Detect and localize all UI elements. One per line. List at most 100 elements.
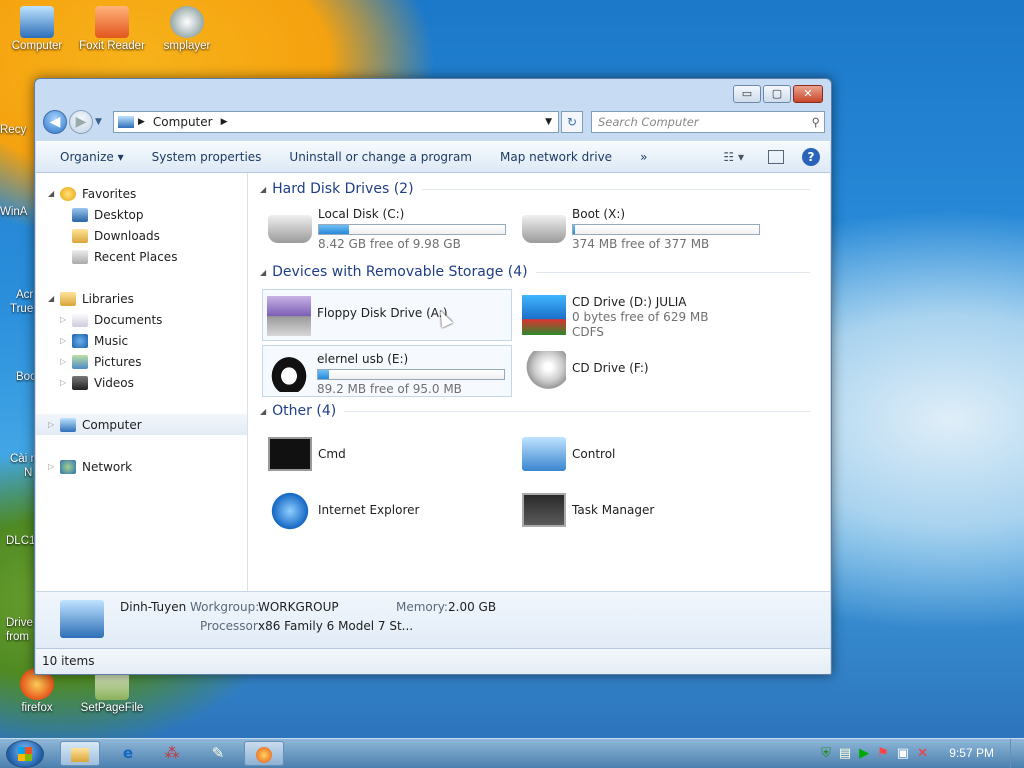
group-title: Hard Disk Drives (2): [272, 181, 414, 197]
desktop-icon-foxit[interactable]: Foxit Reader: [75, 6, 149, 52]
hard-disk-icon: [522, 215, 566, 243]
navigation-bar: ◀ ▶ ▼ ▶ Computer ▶ ▼ ↻ Search Computer ⚲: [43, 109, 825, 135]
organize-button[interactable]: Organize ▾: [46, 150, 138, 164]
taskbar-explorer-button[interactable]: [60, 741, 100, 766]
collapse-group-icon[interactable]: ◢: [260, 185, 266, 194]
collapse-arrow-icon[interactable]: ▷: [48, 420, 60, 429]
shortcut-label: Control: [572, 447, 616, 461]
more-commands-button[interactable]: »: [626, 150, 661, 164]
breadcrumb-chevron-icon[interactable]: ▶: [138, 117, 145, 127]
network-tray-icon[interactable]: ▣: [897, 746, 909, 761]
collapse-arrow-icon[interactable]: ▷: [60, 378, 72, 387]
drive-x[interactable]: Boot (X:) 374 MB free of 377 MB: [518, 201, 768, 253]
search-input[interactable]: Search Computer ⚲: [591, 111, 825, 133]
group-removable-storage[interactable]: ◢ Devices with Removable Storage (4): [260, 264, 810, 280]
nav-label: Recent Places: [94, 249, 178, 264]
computer-icon: [60, 417, 76, 432]
breadcrumb-computer[interactable]: Computer: [153, 115, 213, 129]
shortcut-cmd[interactable]: Cmd: [264, 429, 514, 481]
desktop-label-stub[interactable]: WinA: [0, 206, 36, 218]
map-network-drive-button[interactable]: Map network drive: [486, 150, 626, 164]
desktop-icon-smplayer[interactable]: smplayer: [150, 6, 224, 52]
shortcut-task-manager[interactable]: Task Manager: [518, 485, 768, 537]
refresh-button[interactable]: ↻: [561, 111, 583, 133]
group-other[interactable]: ◢ Other (4): [260, 403, 810, 419]
nav-desktop[interactable]: Desktop: [36, 204, 247, 225]
breadcrumb-chevron-icon[interactable]: ▶: [221, 117, 228, 127]
memory-label: Memory:: [396, 600, 448, 614]
collapse-arrow-icon[interactable]: ▷: [48, 462, 60, 471]
drive-d-cd[interactable]: CD Drive (D:) JULIA 0 bytes free of 629 …: [518, 289, 768, 341]
flag-icon[interactable]: ⚑: [877, 746, 889, 761]
group-divider: [344, 410, 810, 412]
taskbar-firefox-button[interactable]: [244, 741, 284, 766]
tray-app-icon[interactable]: ▤: [839, 746, 851, 761]
nav-label: Computer: [82, 417, 142, 432]
penguin-icon: [267, 352, 311, 392]
desktop-icon-computer[interactable]: Computer: [0, 6, 74, 52]
item-count: 10 items: [42, 654, 95, 668]
back-button[interactable]: ◀: [43, 110, 67, 134]
drive-e-usb[interactable]: elernel usb (E:) 89.2 MB free of 95.0 MB: [262, 345, 512, 397]
nav-recent-places[interactable]: Recent Places: [36, 246, 247, 267]
taskbar-ie-button[interactable]: e: [108, 741, 148, 766]
close-button[interactable]: ✕: [793, 85, 823, 103]
cmd-icon: [268, 437, 312, 471]
workgroup-label: Workgroup:: [190, 600, 260, 614]
nav-documents[interactable]: ▷ Documents: [36, 309, 247, 330]
show-desktop-button[interactable]: [1010, 739, 1024, 768]
shortcut-control[interactable]: Control: [518, 429, 768, 481]
address-bar[interactable]: ▶ Computer ▶ ▼: [113, 111, 559, 133]
nav-pictures[interactable]: ▷ Pictures: [36, 351, 247, 372]
nav-videos[interactable]: ▷ Videos: [36, 372, 247, 393]
recent-pages-dropdown[interactable]: ▼: [95, 117, 102, 127]
network-icon: ⁂: [164, 744, 180, 762]
drive-usage-fill: [573, 225, 575, 234]
nav-libraries[interactable]: ◢ Libraries: [36, 288, 247, 309]
drive-name: CD Drive (F:): [572, 361, 649, 375]
details-pane: Dinh-Tuyen Workgroup: WORKGROUP Memory: …: [36, 591, 830, 648]
taskbar-paint-button[interactable]: ✎: [198, 741, 238, 766]
search-icon[interactable]: ⚲: [812, 112, 820, 132]
forward-button[interactable]: ▶: [69, 110, 93, 134]
collapse-group-icon[interactable]: ◢: [260, 268, 266, 277]
collapse-group-icon[interactable]: ◢: [260, 407, 266, 416]
collapse-arrow-icon[interactable]: ▷: [60, 315, 72, 324]
system-tray: ⛨ ▤ ▶ ⚑ ▣ ✕: [821, 746, 928, 761]
nav-network[interactable]: ▷ Network: [36, 456, 247, 477]
maximize-button[interactable]: ▢: [763, 85, 791, 103]
media-player-icon[interactable]: ▶: [859, 746, 869, 761]
minimize-button[interactable]: ▭: [733, 85, 761, 103]
taskbar-clock[interactable]: 9:57 PM: [949, 739, 994, 768]
nav-downloads[interactable]: Downloads: [36, 225, 247, 246]
expand-arrow-icon[interactable]: ◢: [48, 189, 60, 198]
start-button[interactable]: [6, 740, 44, 768]
system-properties-button[interactable]: System properties: [138, 150, 276, 164]
explorer-window: ▭ ▢ ✕ ◀ ▶ ▼ ▶ Computer ▶ ▼ ↻ Search Comp…: [34, 78, 832, 675]
address-dropdown-icon[interactable]: ▼: [545, 117, 552, 127]
nav-music[interactable]: ▷ Music: [36, 330, 247, 351]
nav-computer[interactable]: ▷ Computer: [36, 414, 247, 435]
drive-a-floppy[interactable]: Floppy Disk Drive (A:): [262, 289, 512, 341]
security-shield-icon[interactable]: ⛨: [821, 746, 831, 761]
computer-large-icon: [60, 600, 104, 638]
collapse-arrow-icon[interactable]: ▷: [60, 357, 72, 366]
nav-label: Music: [94, 333, 129, 348]
view-options-icon[interactable]: ☷ ▾: [723, 150, 744, 164]
volume-muted-icon[interactable]: ✕: [917, 746, 928, 761]
shortcut-internet-explorer[interactable]: Internet Explorer: [264, 485, 514, 537]
nav-favorites[interactable]: ◢ Favorites: [36, 183, 247, 204]
expand-arrow-icon[interactable]: ◢: [48, 294, 60, 303]
taskbar-network-button[interactable]: ⁂: [152, 741, 192, 766]
preview-pane-icon[interactable]: [768, 150, 784, 164]
collapse-arrow-icon[interactable]: ▷: [60, 336, 72, 345]
drive-name: Boot (X:): [572, 207, 626, 221]
group-hard-disk-drives[interactable]: ◢ Hard Disk Drives (2): [260, 181, 810, 197]
uninstall-program-button[interactable]: Uninstall or change a program: [275, 150, 486, 164]
desktop-label-stub[interactable]: Recy: [0, 124, 36, 136]
drive-free-space: 0 bytes free of 629 MB: [572, 310, 709, 324]
help-icon[interactable]: ?: [802, 148, 820, 166]
drive-f-cd[interactable]: CD Drive (F:): [518, 345, 768, 397]
documents-icon: [72, 312, 88, 327]
drive-c[interactable]: Local Disk (C:) 8.42 GB free of 9.98 GB: [264, 201, 514, 253]
